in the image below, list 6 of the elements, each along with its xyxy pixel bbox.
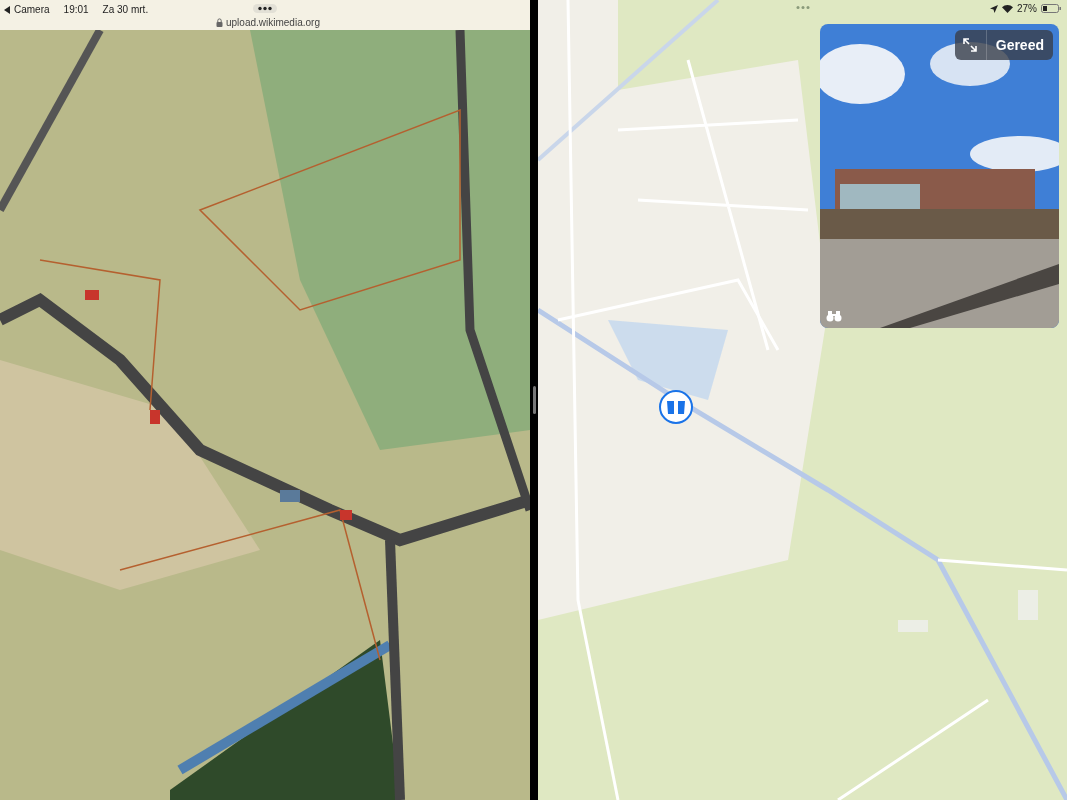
status-time: 19:01 (63, 3, 89, 17)
status-date: Za 30 mrt. (102, 3, 149, 17)
back-arrow-icon (4, 5, 11, 14)
more-icon[interactable] (253, 4, 277, 13)
address-bar[interactable]: upload.wikimedia.org (216, 15, 320, 30)
back-link[interactable]: Camera (4, 2, 50, 17)
